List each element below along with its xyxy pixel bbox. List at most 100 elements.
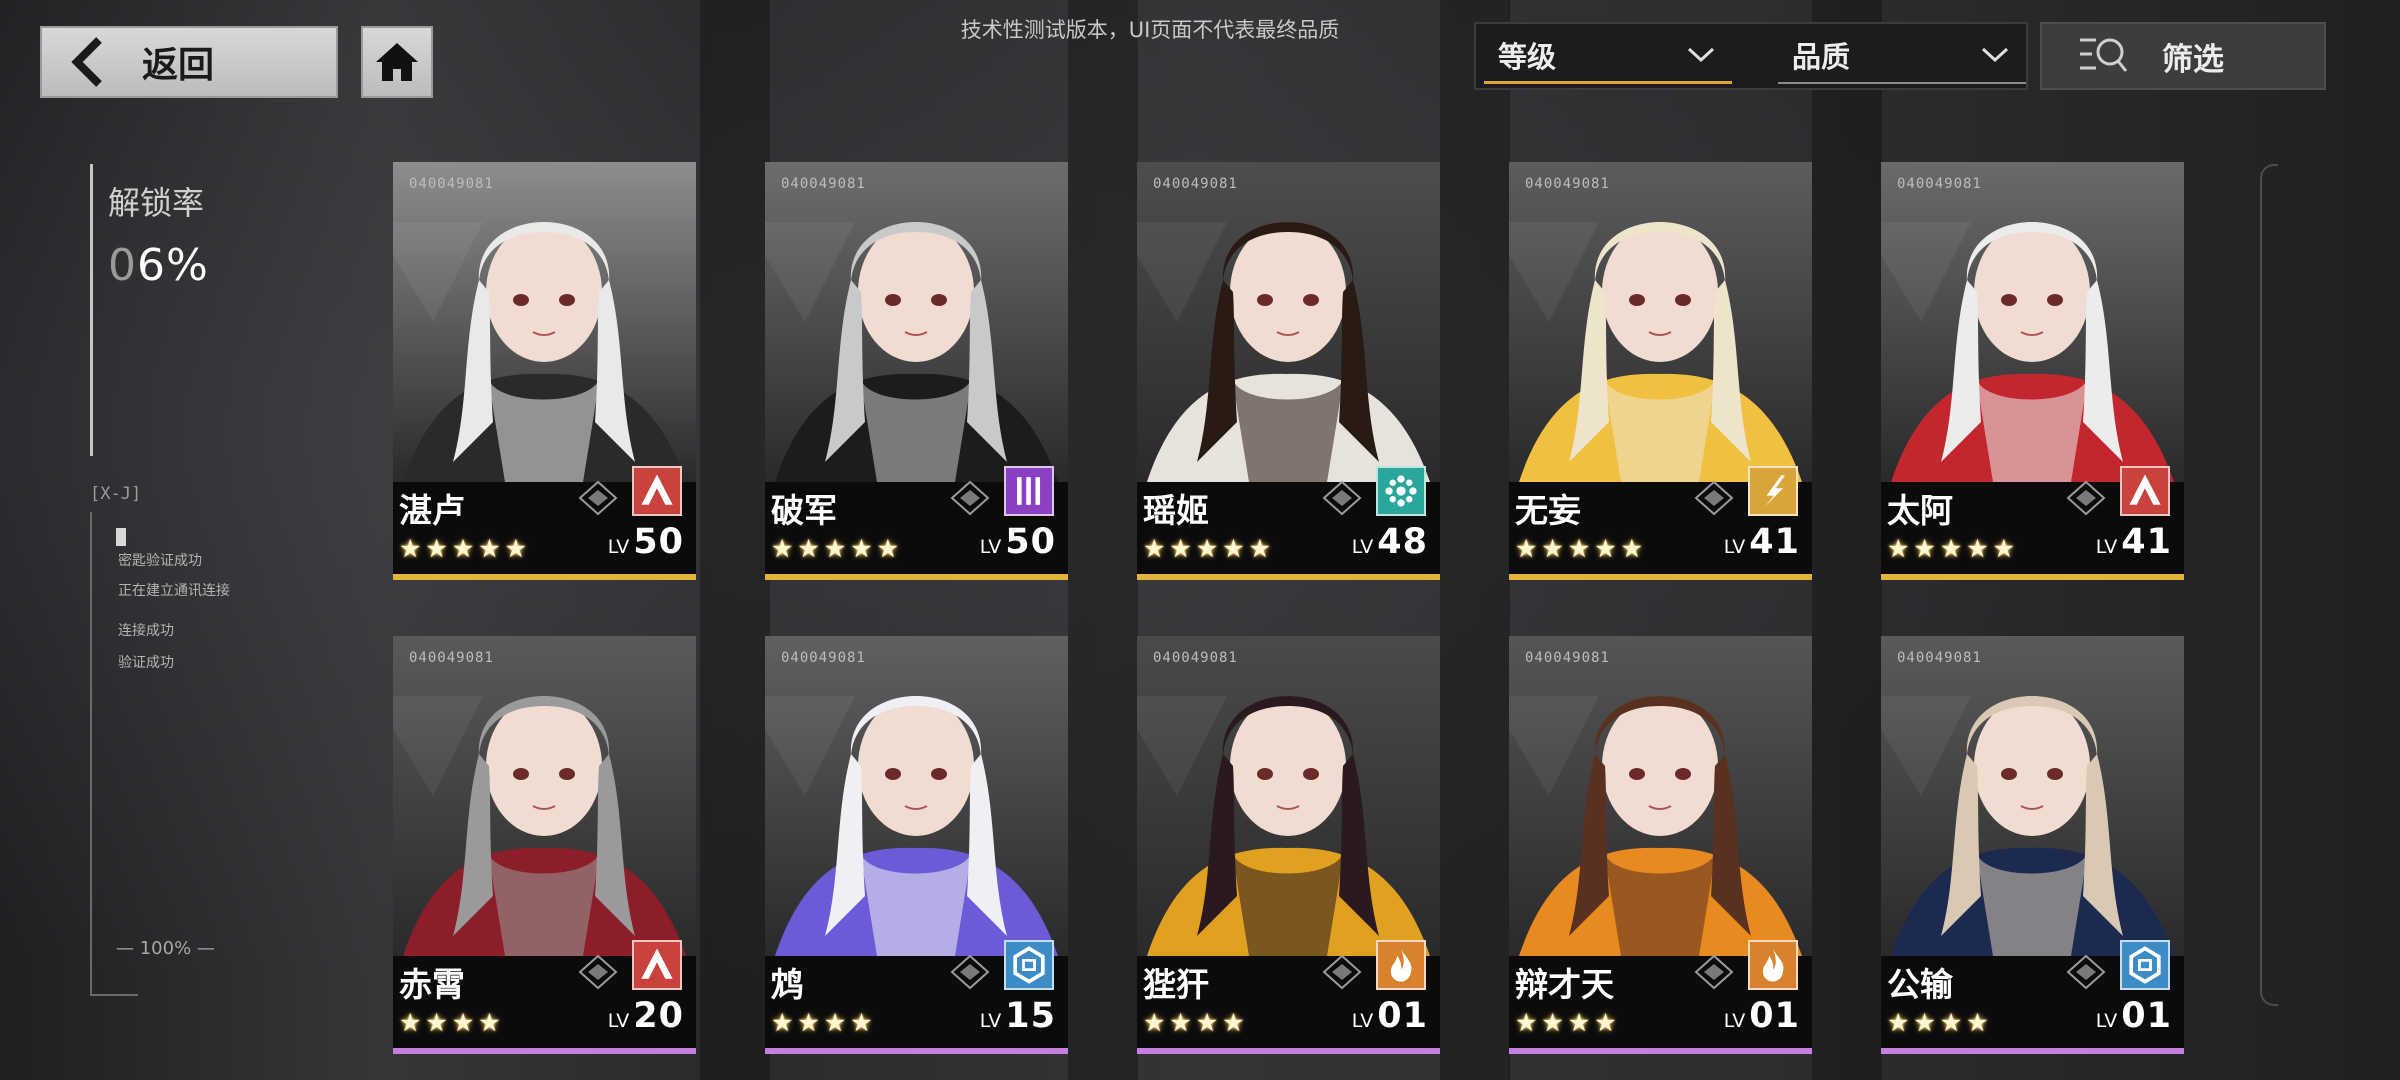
card-info-bar: 赤霄 ★★★★ LV 20 [393, 940, 696, 1054]
unlock-rate-title: 解锁率 [108, 184, 205, 222]
level-value: 01 [2121, 996, 2172, 1036]
character-name: 公输 [1887, 965, 1953, 1004]
triangle-class-icon [2120, 466, 2170, 516]
character-level: LV 41 [2096, 522, 2172, 562]
weapon-type-icon [950, 954, 990, 990]
rarity-bar [393, 574, 696, 580]
rarity-bar [1509, 1048, 1812, 1054]
star-rating: ★★★★ [771, 1008, 877, 1037]
level-value: 01 [1749, 996, 1800, 1036]
level-prefix: LV [979, 1010, 1002, 1032]
bg-stripe [700, 0, 770, 1080]
character-card[interactable]: 040049081 瑶姬 ★★★★★ LV 48 [1137, 162, 1440, 580]
character-code: 040049081 [1525, 176, 1610, 192]
character-name: 无妄 [1515, 491, 1581, 530]
weapon-type-icon [578, 480, 618, 516]
weapon-type-icon [1694, 480, 1734, 516]
character-card[interactable]: 040049081 狴犴 ★★★★ LV 01 [1137, 636, 1440, 1054]
bars-class-icon [1004, 466, 1054, 516]
sort-level-dropdown[interactable]: 等级 [1484, 28, 1732, 84]
star-rating: ★★★★ [1515, 1008, 1621, 1037]
level-value: 48 [1377, 522, 1428, 562]
level-value: 01 [1377, 996, 1428, 1036]
character-name: 辩才天 [1515, 965, 1614, 1004]
character-card[interactable]: 040049081 公输 ★★★★ LV 01 [1881, 636, 2184, 1054]
home-button[interactable] [361, 26, 433, 98]
log-line: 连接成功 [118, 623, 174, 639]
card-info-bar: 鸩 ★★★★ LV 15 [765, 940, 1068, 1054]
card-info-bar: 太阿 ★★★★★ LV 41 [1881, 466, 2184, 580]
rarity-bar [765, 574, 1068, 580]
sort-level-label: 等级 [1498, 39, 1557, 74]
star-rating: ★★★★★ [1887, 534, 2020, 563]
level-prefix: LV [607, 536, 630, 558]
rarity-bar [1137, 574, 1440, 580]
card-info-bar: 公输 ★★★★ LV 01 [1881, 940, 2184, 1054]
unlock-divider [90, 164, 93, 456]
character-name: 破军 [771, 491, 837, 530]
weapon-type-icon [1694, 954, 1734, 990]
star-rating: ★★★★ [399, 1008, 505, 1037]
card-info-bar: 辩才天 ★★★★ LV 01 [1509, 940, 1812, 1054]
card-info-bar: 狴犴 ★★★★ LV 01 [1137, 940, 1440, 1054]
character-card[interactable]: 040049081 湛卢 ★★★★★ LV 50 [393, 162, 696, 580]
character-code: 040049081 [1153, 176, 1238, 192]
flower-class-icon [1376, 466, 1426, 516]
sort-bar: 等级 品质 [1474, 22, 2028, 90]
level-prefix: LV [1723, 1010, 1746, 1032]
character-card[interactable]: 040049081 破军 ★★★★★ LV 50 [765, 162, 1068, 580]
connection-log: [X-J] 密匙验证成功 正在建立通讯连接 连接成功 验证成功 — 100% — [90, 484, 280, 996]
character-code: 040049081 [1897, 650, 1982, 666]
level-value: 41 [2121, 522, 2172, 562]
character-portrait [393, 636, 696, 956]
hex-class-icon [1004, 940, 1054, 990]
character-name: 瑶姬 [1143, 491, 1209, 530]
log-line: 验证成功 [118, 655, 174, 671]
level-prefix: LV [607, 1010, 630, 1032]
star-rating: ★★★★★ [771, 534, 904, 563]
character-level: LV 01 [1352, 996, 1428, 1036]
level-prefix: LV [2095, 536, 2118, 558]
star-rating: ★★★★★ [1515, 534, 1648, 563]
rarity-bar [1881, 1048, 2184, 1054]
character-card[interactable]: 040049081 辩才天 ★★★★ LV 01 [1509, 636, 1812, 1054]
character-level: LV 50 [608, 522, 684, 562]
character-card[interactable]: 040049081 赤霄 ★★★★ LV 20 [393, 636, 696, 1054]
scrollbar[interactable] [2260, 164, 2278, 1006]
version-notice: 技术性测试版本，UI页面不代表最终品质 [960, 18, 1340, 42]
log-line: 正在建立通讯连接 [118, 583, 230, 599]
character-card[interactable]: 040049081 太阿 ★★★★★ LV 41 [1881, 162, 2184, 580]
card-info-bar: 破军 ★★★★★ LV 50 [765, 466, 1068, 580]
level-value: 50 [1005, 522, 1056, 562]
star-rating: ★★★★★ [1143, 534, 1276, 563]
character-portrait [765, 162, 1068, 482]
chevron-down-icon [1981, 47, 2009, 63]
level-prefix: LV [1723, 536, 1746, 558]
character-code: 040049081 [1525, 650, 1610, 666]
flame-class-icon [1748, 940, 1798, 990]
character-code: 040049081 [781, 176, 866, 192]
level-prefix: LV [1351, 1010, 1374, 1032]
character-portrait [1881, 636, 2184, 956]
triangle-class-icon [632, 940, 682, 990]
filter-button[interactable]: 筛选 [2040, 22, 2326, 90]
home-icon [376, 43, 418, 81]
weapon-type-icon [578, 954, 618, 990]
character-portrait [1509, 636, 1812, 956]
sort-quality-dropdown[interactable]: 品质 [1778, 28, 2026, 84]
character-portrait [1137, 162, 1440, 482]
character-name: 太阿 [1887, 491, 1953, 530]
character-portrait [1881, 162, 2184, 482]
level-value: 41 [1749, 522, 1800, 562]
character-card[interactable]: 040049081 鸩 ★★★★ LV 15 [765, 636, 1068, 1054]
weapon-type-icon [950, 480, 990, 516]
character-portrait [1509, 162, 1812, 482]
character-name: 鸩 [771, 965, 804, 1004]
back-button[interactable]: 返回 [40, 26, 338, 98]
level-prefix: LV [1351, 536, 1374, 558]
character-card[interactable]: 040049081 无妄 ★★★★★ LV 41 [1509, 162, 1812, 580]
log-tag: [X-J] [90, 484, 142, 504]
rarity-bar [765, 1048, 1068, 1054]
star-rating: ★★★★ [1887, 1008, 1993, 1037]
star-rating: ★★★★★ [399, 534, 532, 563]
